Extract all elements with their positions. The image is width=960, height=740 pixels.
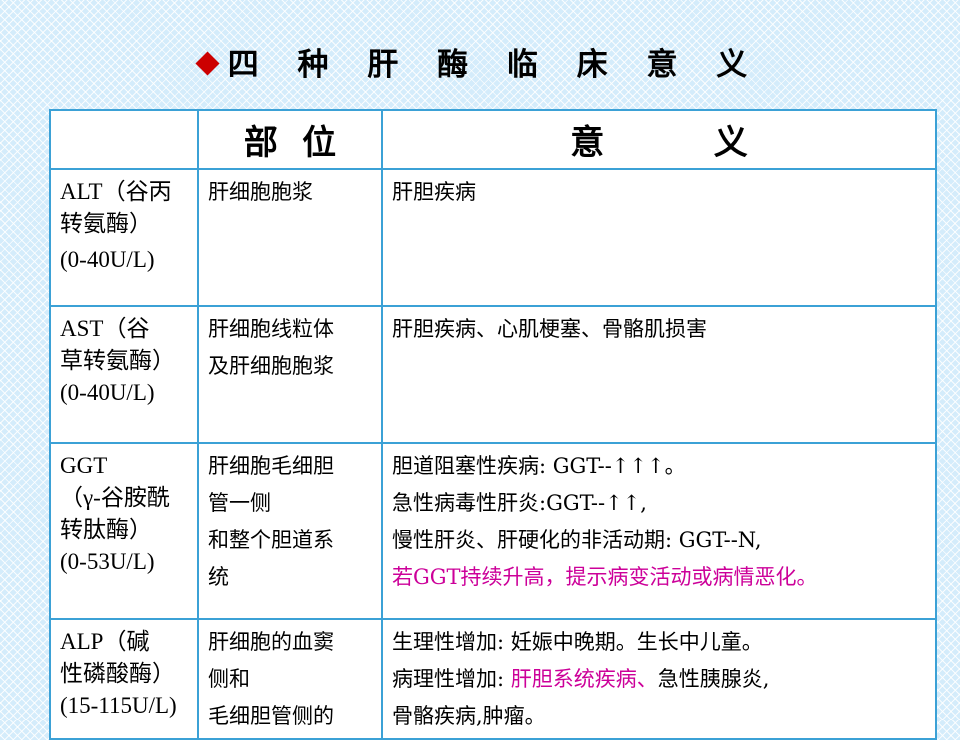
header-site: 部 位: [197, 109, 383, 170]
enzyme-name-cell: AST（谷 草转氨酶） (0-40U/L): [49, 305, 199, 444]
enzyme-range-line: (0-40U/L): [60, 247, 155, 272]
site-line: 肝细胞毛细胆: [208, 454, 334, 478]
site-line: 肝细胞的血窦: [208, 630, 334, 654]
meaning-line: 肝胆疾病、心肌梗塞、骨骼肌损害: [392, 317, 707, 341]
meaning-line: 生理性增加: 妊娠中晚期。生长中儿童。: [392, 630, 763, 654]
meaning-cell: 生理性增加: 妊娠中晚期。生长中儿童。 病理性增加: 肝胆系统疾病、急性胰腺炎,…: [381, 618, 937, 740]
enzyme-name-line: AST（谷: [60, 316, 150, 341]
table-row-ast: AST（谷 草转氨酶） (0-40U/L) 肝细胞线粒体 及肝细胞胞浆 肝胆疾病…: [49, 305, 937, 444]
enzyme-name-cell: ALP（碱 性磷酸酶） (15-115U/L): [49, 618, 199, 740]
enzyme-name-line: ALP（碱: [60, 629, 150, 654]
enzyme-name-line: GGT: [60, 453, 108, 478]
site-line: 毛细胆管侧的: [208, 704, 334, 728]
site-cell: 肝细胞毛细胆 管一侧 和整个胆道系 统: [197, 442, 383, 620]
enzyme-name-line: 草转氨酶）: [60, 348, 175, 373]
site-line: 侧和: [208, 667, 250, 691]
header-row: 部 位 意 义: [49, 109, 937, 170]
meaning-line: 慢性肝炎、肝硬化的非活动期: GGT--N,: [392, 528, 762, 552]
enzyme-name-cell: GGT （γ-谷胺酰 转肽酶） (0-53U/L): [49, 442, 199, 620]
header-meaning: 意 义: [381, 109, 937, 170]
meaning-highlight-line: 若GGT持续升高，提示病变活动或病情恶化。: [392, 565, 818, 589]
enzyme-name-cell: ALT（谷丙 转氨酶） (0-40U/L): [49, 168, 199, 307]
enzyme-name-line: 性磷酸酶）: [60, 661, 175, 686]
site-cell: 肝细胞的血窦 侧和 毛细胆管侧的: [197, 618, 383, 740]
site-line: 统: [208, 565, 229, 589]
site-cell: 肝细胞胞浆: [197, 168, 383, 307]
header-site-char-1: 部: [243, 123, 278, 163]
enzyme-range-line: (0-53U/L): [60, 549, 155, 574]
enzyme-name-line: 转肽酶）: [60, 517, 152, 542]
meaning-line: 胆道阻塞性疾病: GGT--↑↑↑。: [392, 454, 686, 478]
meaning-cell: 肝胆疾病: [381, 168, 937, 307]
site-line: 和整个胆道系: [208, 528, 334, 552]
header-blank: [49, 109, 199, 170]
enzyme-range-line: (0-40U/L): [60, 380, 155, 405]
table-row-ggt: GGT （γ-谷胺酰 转肽酶） (0-53U/L) 肝细胞毛细胆 管一侧 和整个…: [49, 442, 937, 620]
meaning-line: 肝胆疾病: [392, 180, 476, 204]
site-line: 肝细胞胞浆: [208, 180, 313, 204]
header-meaning-char-2: 义: [713, 123, 748, 163]
enzyme-name-line: 转氨酶）: [60, 211, 152, 236]
site-line: 及肝细胞胞浆: [208, 354, 334, 378]
meaning-line: 骨骼疾病,肿瘤。: [392, 704, 546, 728]
enzyme-range-line: (15-115U/L): [60, 693, 177, 718]
slide-title-text: 四 种 肝 酶 临 床 意 义: [227, 47, 762, 83]
meaning-cell: 胆道阻塞性疾病: GGT--↑↑↑。 急性病毒性肝炎:GGT--↑↑, 慢性肝炎…: [381, 442, 937, 620]
header-meaning-char-1: 意: [570, 123, 605, 163]
meaning-text: 病理性增加:: [392, 667, 511, 691]
table-row-alp: ALP（碱 性磷酸酶） (15-115U/L) 肝细胞的血窦 侧和 毛细胆管侧的…: [49, 618, 937, 740]
enzyme-name-line: ALT（谷丙: [60, 179, 172, 204]
slide-title: 四 种 肝 酶 临 床 意 义: [0, 42, 960, 88]
site-line: 管一侧: [208, 491, 271, 515]
meaning-cell: 肝胆疾病、心肌梗塞、骨骼肌损害: [381, 305, 937, 444]
meaning-line: 急性病毒性肝炎:GGT--↑↑,: [392, 491, 647, 515]
table-row-alt: ALT（谷丙 转氨酶） (0-40U/L) 肝细胞胞浆 肝胆疾病: [49, 168, 937, 307]
meaning-highlight-text: 肝胆系统疾病、: [510, 667, 658, 691]
header-site-char-2: 位: [302, 123, 337, 163]
meaning-text: 急性胰腺炎,: [657, 667, 770, 691]
enzyme-name-line: （γ-谷胺酰: [60, 485, 170, 510]
site-cell: 肝细胞线粒体 及肝细胞胞浆: [197, 305, 383, 444]
site-line: 肝细胞线粒体: [208, 317, 334, 341]
meaning-line: 病理性增加: 肝胆系统疾病、急性胰腺炎,: [392, 661, 927, 698]
enzyme-table: 部 位 意 义 ALT（谷丙 转氨酶） (0-40U/L) 肝细胞胞浆 肝胆疾病…: [49, 109, 937, 740]
diamond-bullet-icon: [195, 51, 220, 76]
